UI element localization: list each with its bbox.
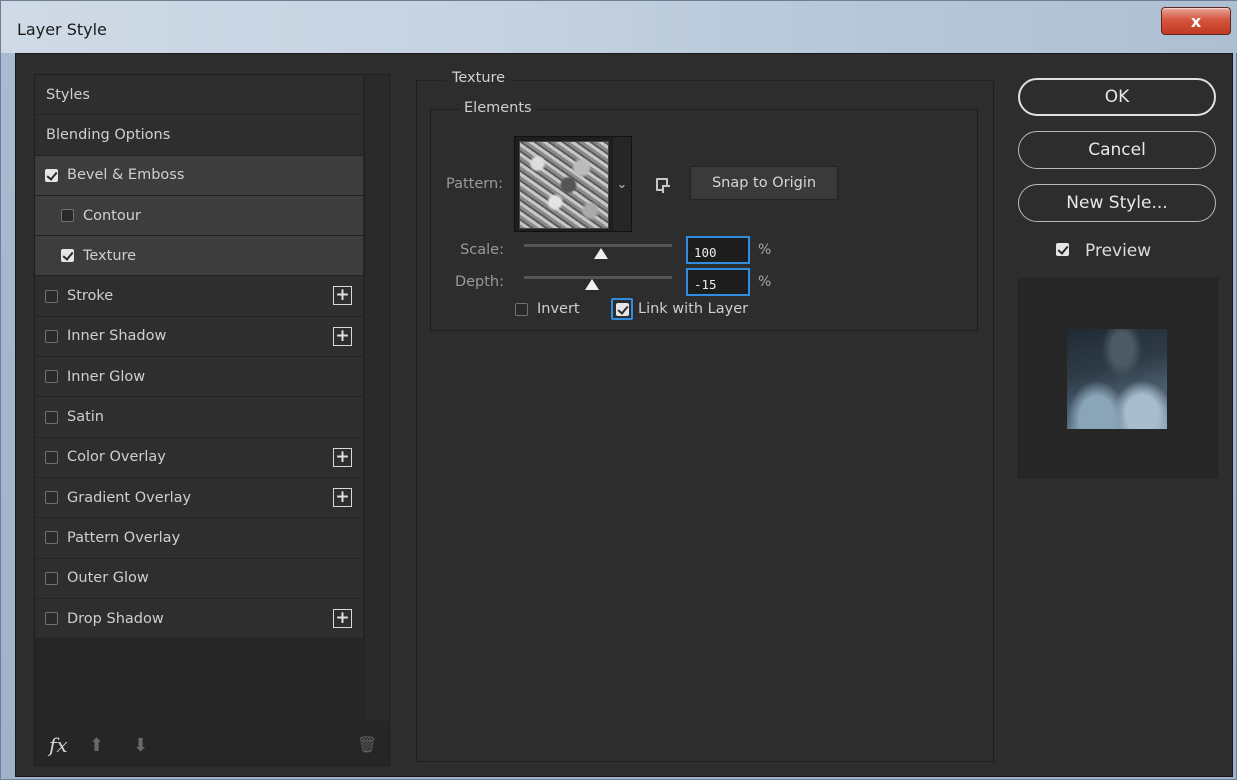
texture-group-title: Texture bbox=[446, 70, 512, 86]
fx-menu-icon[interactable]: fx bbox=[49, 733, 68, 757]
new-preset-icon[interactable] bbox=[656, 178, 670, 193]
sidebar-item-blending-options[interactable]: Blending Options bbox=[35, 115, 363, 156]
dialog-body: Styles Blending Options Bevel & Emboss Cont… bbox=[15, 53, 1233, 777]
sidebar-item-stroke[interactable]: Stroke + bbox=[35, 276, 363, 317]
effect-checkbox[interactable] bbox=[61, 249, 74, 263]
effect-checkbox[interactable] bbox=[45, 370, 58, 384]
sidebar-item-label: Color Overlay bbox=[67, 449, 166, 466]
move-down-icon[interactable]: ⬇ bbox=[133, 735, 148, 756]
scale-slider[interactable] bbox=[524, 244, 672, 247]
link-with-layer-label: Link with Layer bbox=[638, 301, 749, 317]
sidebar-item-gradient-overlay[interactable]: Gradient Overlay + bbox=[35, 477, 363, 519]
scale-unit: % bbox=[758, 242, 772, 258]
sidebar-item-bevel-emboss[interactable]: Bevel & Emboss bbox=[35, 155, 363, 196]
link-with-layer-checkbox[interactable] bbox=[616, 303, 629, 316]
sidebar-item-outer-glow[interactable]: Outer Glow bbox=[35, 558, 363, 599]
sidebar-item-label: Blending Options bbox=[46, 126, 171, 143]
elements-group-title: Elements bbox=[460, 100, 536, 116]
scale-label: Scale: bbox=[460, 242, 504, 258]
sidebar-item-styles[interactable]: Styles bbox=[35, 75, 363, 116]
depth-label: Depth: bbox=[454, 274, 504, 290]
close-icon: x bbox=[1190, 11, 1202, 31]
preview-box bbox=[1018, 278, 1218, 478]
cancel-button[interactable]: Cancel bbox=[1018, 131, 1216, 169]
effect-checkbox[interactable] bbox=[61, 209, 74, 223]
sidebar-item-drop-shadow[interactable]: Drop Shadow + bbox=[35, 598, 363, 640]
add-effect-icon[interactable]: + bbox=[333, 286, 352, 306]
styles-toolbar: fx ⬆ ⬇ 🗑 bbox=[35, 721, 389, 767]
pattern-label: Pattern: bbox=[446, 176, 504, 192]
sidebar-item-satin[interactable]: Satin bbox=[35, 397, 363, 438]
sidebar-item-label: Pattern Overlay bbox=[67, 529, 181, 546]
sidebar-item-pattern-overlay[interactable]: Pattern Overlay bbox=[35, 518, 363, 559]
layer-style-dialog: Layer Style x Styles Blending Options Beve… bbox=[0, 0, 1237, 780]
sidebar-item-label: Gradient Overlay bbox=[67, 489, 192, 506]
add-effect-icon[interactable]: + bbox=[333, 608, 352, 628]
pattern-thumbnail[interactable] bbox=[519, 141, 609, 229]
depth-unit: % bbox=[758, 274, 772, 290]
sidebar-item-label: Drop Shadow bbox=[67, 610, 164, 627]
sidebar-item-label: Stroke bbox=[67, 288, 114, 305]
sidebar-item-color-overlay[interactable]: Color Overlay + bbox=[35, 437, 363, 478]
pattern-dropdown-icon[interactable]: ⌄ bbox=[613, 137, 631, 231]
styles-list: Styles Blending Options Bevel & Emboss Cont… bbox=[35, 75, 363, 640]
effect-checkbox[interactable] bbox=[45, 450, 58, 464]
scale-input[interactable]: 100 bbox=[686, 236, 750, 264]
sidebar-item-texture[interactable]: Texture bbox=[35, 236, 363, 277]
sidebar-item-label: Texture bbox=[83, 247, 137, 264]
effect-checkbox[interactable] bbox=[45, 531, 58, 545]
sidebar-item-inner-shadow[interactable]: Inner Shadow + bbox=[35, 316, 363, 358]
sidebar-item-contour[interactable]: Contour bbox=[35, 195, 363, 237]
elements-group-box bbox=[430, 109, 978, 331]
add-effect-icon[interactable]: + bbox=[333, 447, 352, 467]
sidebar-item-label: Inner Shadow bbox=[67, 328, 167, 345]
invert-checkbox[interactable] bbox=[515, 303, 528, 316]
new-style-button[interactable]: New Style... bbox=[1018, 184, 1216, 222]
invert-label: Invert bbox=[537, 301, 580, 317]
depth-input[interactable]: -15 bbox=[686, 268, 750, 296]
effect-checkbox[interactable] bbox=[45, 571, 58, 585]
delete-effect-icon[interactable]: 🗑 bbox=[357, 735, 377, 754]
scale-slider-thumb[interactable] bbox=[593, 248, 608, 259]
effect-checkbox[interactable] bbox=[45, 168, 58, 182]
sidebar-item-label: Bevel & Emboss bbox=[67, 167, 185, 184]
effect-checkbox[interactable] bbox=[45, 329, 58, 343]
ok-button[interactable]: OK bbox=[1018, 78, 1216, 116]
title-bar[interactable]: Layer Style x bbox=[1, 1, 1237, 53]
preview-label: Preview bbox=[1085, 241, 1152, 261]
depth-slider-thumb[interactable] bbox=[585, 279, 600, 290]
sidebar-item-label: Styles bbox=[46, 86, 90, 103]
effect-checkbox[interactable] bbox=[45, 491, 58, 505]
pattern-picker[interactable]: ⌄ bbox=[514, 136, 632, 232]
add-effect-icon[interactable]: + bbox=[333, 487, 352, 507]
effect-checkbox[interactable] bbox=[45, 410, 58, 424]
styles-scrollbar[interactable] bbox=[364, 75, 389, 721]
styles-panel: Styles Blending Options Bevel & Emboss Cont… bbox=[34, 74, 390, 766]
dialog-title: Layer Style bbox=[17, 20, 107, 39]
close-button[interactable]: x bbox=[1161, 7, 1231, 35]
effect-checkbox[interactable] bbox=[45, 289, 58, 303]
sidebar-item-inner-glow[interactable]: Inner Glow bbox=[35, 357, 363, 398]
sidebar-item-label: Contour bbox=[83, 207, 141, 224]
add-effect-icon[interactable]: + bbox=[333, 326, 352, 346]
style-preview-thumbnail bbox=[1067, 329, 1167, 429]
sidebar-item-label: Satin bbox=[67, 409, 104, 426]
sidebar-item-label: Inner Glow bbox=[67, 368, 146, 385]
move-up-icon[interactable]: ⬆ bbox=[89, 735, 104, 756]
preview-checkbox[interactable] bbox=[1056, 243, 1069, 256]
effect-checkbox[interactable] bbox=[45, 612, 58, 625]
sidebar-item-label: Outer Glow bbox=[67, 570, 149, 587]
snap-to-origin-button[interactable]: Snap to Origin bbox=[690, 166, 838, 200]
